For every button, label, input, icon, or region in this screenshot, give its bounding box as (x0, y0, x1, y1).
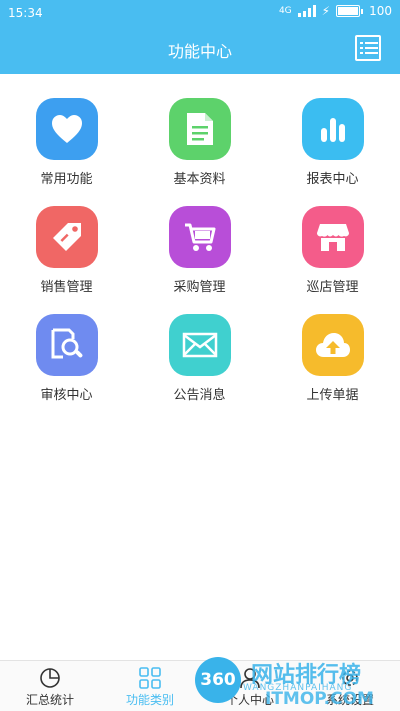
battery-level: 100 (369, 4, 392, 18)
watermark-logo: 360 网站排行榜 WANGZHANPAIHANG ITMOP.COM (195, 655, 400, 711)
page-title: 功能中心 (167, 42, 232, 61)
status-time: 15:34 (8, 6, 43, 20)
grid-item-store-patrol[interactable]: 巡店管理 (266, 206, 399, 314)
network-label: 4G (278, 6, 292, 16)
grid-item-upload[interactable]: 上传单据 (266, 314, 399, 422)
grid-item-label: 销售管理 (40, 280, 93, 295)
list-icon[interactable] (355, 35, 381, 61)
grid-item-label: 采购管理 (173, 280, 226, 295)
grid-item-common[interactable]: 常用功能 (0, 98, 133, 206)
cloud-upload-icon (301, 314, 364, 376)
charging-icon: ⚡ (321, 4, 331, 18)
grid-item-reports[interactable]: 报表中心 (266, 98, 399, 206)
document-icon (168, 98, 231, 160)
grid-item-purchase[interactable]: 采购管理 (133, 206, 266, 314)
tab-categories[interactable]: 功能类别 (100, 661, 200, 711)
grid-item-label: 基本资料 (173, 172, 226, 187)
cart-icon (168, 206, 231, 268)
tab-label: 汇总统计 (25, 693, 74, 707)
bar-chart-icon (301, 98, 364, 160)
watermark-domain: ITMOP.COM (265, 689, 374, 709)
grid-item-label: 巡店管理 (306, 280, 359, 295)
grid-item-label: 公告消息 (173, 388, 226, 403)
grid-icon (139, 667, 161, 689)
app-header: 15:34 4G ⚡ 100 功能中心 (0, 0, 400, 74)
magnify-doc-icon (35, 314, 98, 376)
signal-icon (297, 5, 316, 17)
grid-item-audit[interactable]: 审核中心 (0, 314, 133, 422)
grid-item-basic-info[interactable]: 基本资料 (133, 98, 266, 206)
tab-summary[interactable]: 汇总统计 (0, 661, 100, 711)
battery-icon (336, 5, 361, 17)
store-icon (301, 206, 364, 268)
grid-item-label: 报表中心 (306, 172, 359, 187)
grid-item-label: 常用功能 (40, 172, 93, 187)
heart-icon (35, 98, 98, 160)
grid-item-notices[interactable]: 公告消息 (133, 314, 266, 422)
grid-item-label: 上传单据 (306, 388, 359, 403)
tag-icon (35, 206, 98, 268)
watermark-badge: 360 (195, 657, 241, 703)
status-bar: 15:34 4G ⚡ 100 (0, 0, 400, 26)
grid-item-label: 审核中心 (40, 388, 93, 403)
pie-chart-icon (39, 667, 61, 689)
tab-label: 功能类别 (125, 693, 174, 707)
mail-icon (168, 314, 231, 376)
status-indicators: 4G ⚡ 100 (279, 4, 392, 18)
grid-item-sales[interactable]: 销售管理 (0, 206, 133, 314)
